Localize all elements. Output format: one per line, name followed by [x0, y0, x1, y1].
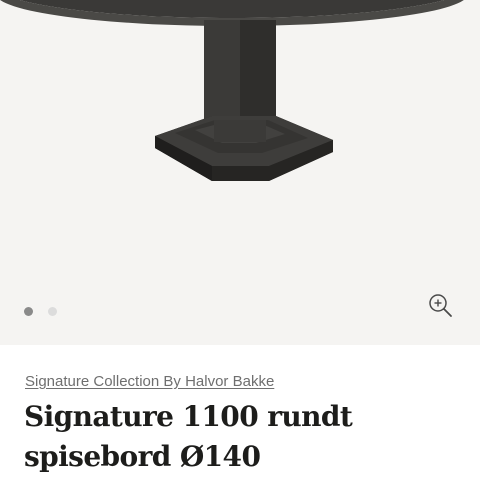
collection-link[interactable]: Signature Collection By Halvor Bakke [25, 373, 274, 390]
carousel-pagination [24, 307, 57, 316]
product-title: Signature 1100 rundt spisebord Ø140 [24, 400, 353, 473]
product-info: Signature Collection By Halvor Bakke Sig… [0, 345, 480, 480]
product-image [0, 0, 464, 181]
zoom-in-icon [429, 294, 452, 317]
carousel-dot-2[interactable] [48, 307, 57, 316]
product-image-gallery[interactable] [0, 0, 480, 345]
carousel-dot-1[interactable] [24, 307, 33, 316]
zoom-button[interactable] [426, 291, 454, 319]
